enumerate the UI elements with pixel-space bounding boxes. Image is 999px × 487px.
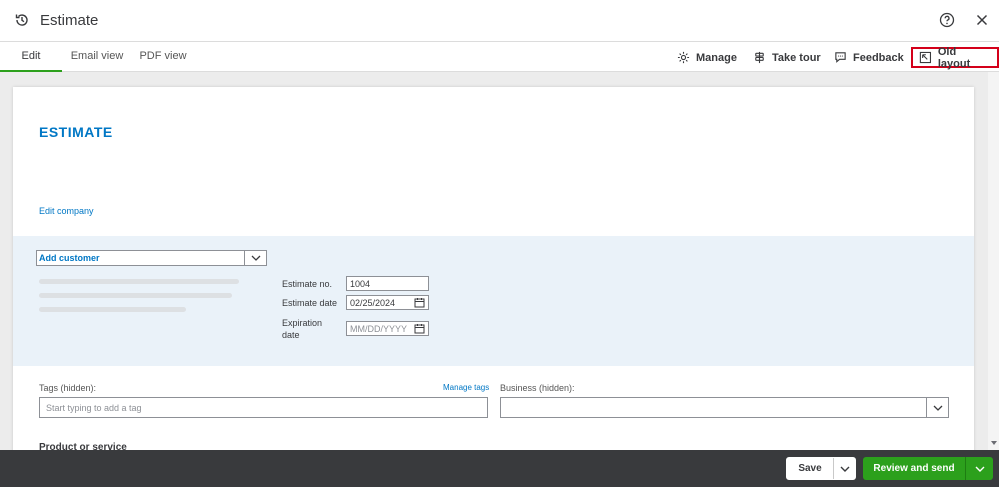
- business-label: Business (hidden):: [500, 383, 575, 393]
- tab-bar: Edit Email view PDF view Manage Take tou…: [0, 42, 999, 72]
- loading-placeholder: [39, 293, 232, 298]
- top-bar: Estimate: [0, 0, 999, 42]
- take-tour-label: Take tour: [772, 51, 821, 64]
- tab-email-view[interactable]: Email view: [62, 42, 132, 72]
- signpost-icon: [755, 51, 764, 64]
- feedback-label: Feedback: [853, 51, 904, 64]
- estimate-date-label: Estimate date: [282, 298, 338, 308]
- expiration-date-input[interactable]: MM/DD/YYYY: [346, 321, 429, 336]
- manage-tags-link[interactable]: Manage tags: [443, 383, 489, 392]
- loading-placeholder: [39, 307, 186, 312]
- tab-pdf-view[interactable]: PDF view: [132, 42, 194, 72]
- estimate-sheet: ESTIMATE Edit company Add customer Estim…: [13, 87, 974, 457]
- footer-bar: Save Review and send: [0, 450, 999, 487]
- edit-company-link[interactable]: Edit company: [39, 206, 94, 216]
- chevron-down-icon[interactable]: [965, 457, 993, 480]
- scrollbar[interactable]: [988, 72, 999, 450]
- close-icon[interactable]: [974, 12, 990, 28]
- chevron-down-icon[interactable]: [244, 251, 266, 265]
- take-tour-button[interactable]: Take tour: [753, 49, 821, 66]
- save-label: Save: [798, 463, 822, 474]
- customer-band: Add customer Estimate no. 1004 Estimate …: [13, 236, 974, 366]
- tags-label: Tags (hidden):: [39, 383, 97, 393]
- estimate-no-label: Estimate no.: [282, 279, 333, 289]
- review-and-send-label: Review and send: [873, 463, 955, 474]
- estimate-date-input[interactable]: 02/25/2024: [346, 295, 429, 310]
- tab-edit[interactable]: Edit: [0, 42, 62, 72]
- estimate-no-input[interactable]: 1004: [346, 276, 429, 291]
- gear-icon: [677, 51, 690, 64]
- history-icon[interactable]: [14, 12, 30, 28]
- manage-button[interactable]: Manage: [677, 49, 737, 66]
- review-and-send-button[interactable]: Review and send: [863, 457, 993, 480]
- calendar-icon[interactable]: [414, 323, 425, 334]
- expand-arrow-icon: [919, 51, 932, 64]
- page-title: Estimate: [40, 12, 99, 29]
- chevron-down-icon[interactable]: [926, 398, 948, 417]
- business-select[interactable]: [500, 397, 949, 418]
- chat-icon: [835, 52, 846, 63]
- estimate-date-value: 02/25/2024: [350, 298, 396, 308]
- scroll-down-icon[interactable]: [991, 441, 997, 445]
- old-layout-label: Old layout: [937, 45, 971, 70]
- manage-label: Manage: [696, 51, 737, 64]
- expiration-date-label: Expiration date: [282, 317, 322, 341]
- business-select-value: [501, 398, 926, 417]
- calendar-icon[interactable]: [414, 297, 425, 308]
- loading-placeholder: [39, 279, 239, 284]
- save-button[interactable]: Save: [786, 457, 856, 480]
- expiration-label-line2: date: [282, 330, 300, 340]
- expiration-date-placeholder: MM/DD/YYYY: [350, 324, 408, 334]
- tags-input[interactable]: Start typing to add a tag: [39, 397, 488, 418]
- estimate-heading: ESTIMATE: [39, 124, 113, 140]
- chevron-down-icon[interactable]: [833, 458, 855, 479]
- feedback-button[interactable]: Feedback: [834, 49, 904, 66]
- expiration-label-line1: Expiration: [282, 318, 323, 328]
- old-layout-button[interactable]: Old layout: [911, 45, 999, 70]
- help-icon[interactable]: [939, 12, 955, 28]
- customer-select[interactable]: Add customer: [36, 250, 267, 266]
- customer-select-value: Add customer: [39, 253, 100, 263]
